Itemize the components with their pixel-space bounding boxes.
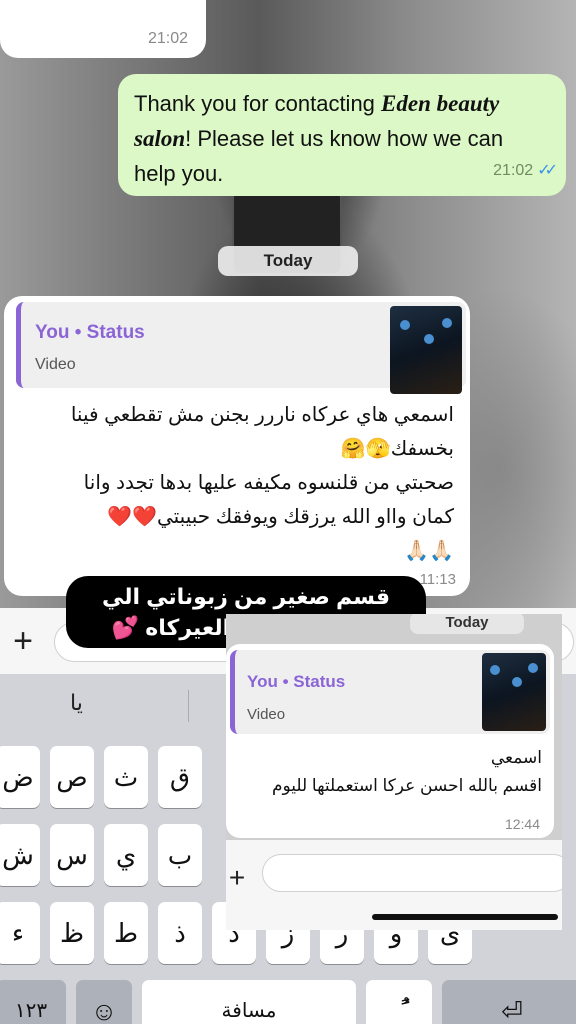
- message-text: ! Please let us know how we can help you…: [134, 126, 504, 186]
- message-text: Thank you for contacting: [134, 91, 382, 116]
- thumbnail-logo-dot: [528, 663, 538, 673]
- incoming-message-bubble[interactable]: You • Status Video اسمعي اقسم بالله احسن…: [226, 644, 554, 838]
- message-line: صحبتي من قلنسوه مكيفه عليها بدها تجدد وا…: [83, 472, 454, 494]
- key[interactable]: ذ: [158, 902, 202, 964]
- attach-plus-icon[interactable]: +: [226, 854, 248, 902]
- message-line: 🙏🏻🙏🏻: [404, 540, 454, 562]
- attach-plus-icon[interactable]: +: [6, 616, 40, 666]
- incoming-message-bubble[interactable]: You • Status Video اسمعي هاي عركاه ناررر…: [4, 296, 470, 596]
- key[interactable]: ب: [158, 824, 202, 886]
- key[interactable]: ص: [50, 746, 94, 808]
- thumbnail-logo-dot: [424, 334, 434, 344]
- suggestion-item[interactable]: يا: [70, 690, 83, 716]
- message-line: اسمعي هاي عركاه ناررر بجنن مش تقطعي فينا: [70, 404, 454, 426]
- status-reply-quote[interactable]: You • Status Video: [230, 650, 550, 734]
- message-line: بخسفك🫣🤗: [340, 438, 454, 460]
- message-time: 21:02: [147, 30, 188, 47]
- space-key[interactable]: مسافة: [142, 980, 356, 1024]
- day-divider: Today: [410, 614, 524, 634]
- inset-screenshot: Today You • Status Video اسمعي اقسم بالل…: [226, 614, 562, 930]
- quote-media-type: Video: [247, 706, 286, 723]
- key[interactable]: ض: [0, 746, 40, 808]
- key[interactable]: ط: [104, 902, 148, 964]
- quote-author: You • Status: [35, 322, 145, 343]
- key[interactable]: ء: [0, 902, 40, 964]
- message-line: كمان وااو الله يرزقك ويوفقك حبيبتي❤️❤️: [107, 506, 454, 528]
- thumbnail-logo-dot: [442, 318, 452, 328]
- quote-author: You • Status: [247, 672, 346, 691]
- status-reply-quote[interactable]: You • Status Video: [16, 302, 466, 394]
- return-key-icon[interactable]: ⏎: [442, 980, 576, 1024]
- thumbnail-logo-dot: [512, 677, 522, 687]
- key[interactable]: ي: [104, 824, 148, 886]
- day-divider: Today: [218, 246, 358, 276]
- message-meta: 21:02 ✓✓: [493, 153, 558, 188]
- thumbnail-logo-dot: [400, 320, 410, 330]
- suggestion-divider: [188, 690, 189, 722]
- thumbnail-logo-dot: [490, 665, 500, 675]
- outgoing-message-bubble[interactable]: Thank you for contacting Eden beauty sal…: [118, 74, 566, 196]
- read-receipt-icon: ✓✓: [537, 162, 558, 179]
- diacritic-key[interactable]: ًُ: [366, 980, 432, 1024]
- message-text: اسمعي هاي عركاه ناررر بجنن مش تقطعي فينا…: [34, 398, 454, 568]
- key[interactable]: ق: [158, 746, 202, 808]
- emoji-key-icon[interactable]: ☺: [76, 980, 132, 1024]
- status-video-thumbnail: [390, 306, 462, 394]
- message-input[interactable]: [262, 854, 562, 892]
- message-line: اقسم بالله احسن عركا استعملتها لليوم: [271, 776, 542, 795]
- key[interactable]: ظ: [50, 902, 94, 964]
- status-video-thumbnail: [482, 653, 546, 731]
- message-text: اسمعي اقسم بالله احسن عركا استعملتها للي…: [236, 744, 542, 800]
- message-time: 21:02: [493, 162, 534, 179]
- home-indicator: [372, 914, 558, 920]
- previous-message-bubble[interactable]: 21:02: [0, 0, 206, 58]
- key[interactable]: ش: [0, 824, 40, 886]
- key[interactable]: ث: [104, 746, 148, 808]
- caption-line: قسم صغير من زبوناتي الي: [101, 584, 391, 609]
- quote-media-type: Video: [35, 356, 76, 373]
- key[interactable]: س: [50, 824, 94, 886]
- message-line: اسمعي: [490, 748, 542, 767]
- message-time: 12:44: [504, 816, 540, 832]
- numbers-key[interactable]: ١٢٣: [0, 980, 66, 1024]
